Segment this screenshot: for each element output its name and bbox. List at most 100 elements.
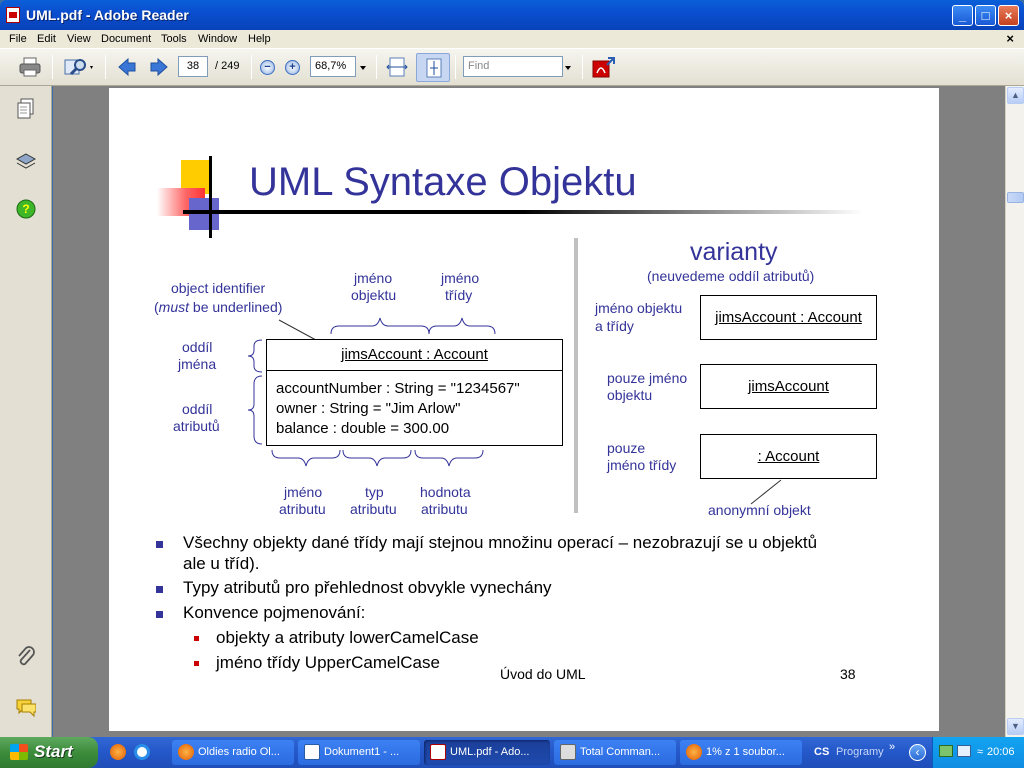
help-icon[interactable]: ? xyxy=(16,198,36,220)
bullet-text-1-cont: ale u tříd). xyxy=(183,554,260,573)
label-object-identifier: object identifier xyxy=(171,280,266,296)
layers-icon[interactable] xyxy=(16,150,36,172)
scroll-thumb[interactable] xyxy=(1007,192,1024,203)
menu-help[interactable]: Help xyxy=(248,33,271,45)
label-typ-atributu-1: typ xyxy=(365,484,384,500)
pdf-icon xyxy=(430,744,446,760)
subbullet-marker xyxy=(194,636,199,641)
task-uml-pdf[interactable]: UML.pdf - Ado... xyxy=(424,740,550,765)
floppy-icon xyxy=(560,744,576,760)
slide-footer: Úvod do UML xyxy=(500,666,586,682)
adobe-online-icon[interactable] xyxy=(590,56,618,78)
attribute-account-number: accountNumber : String = "1234567" xyxy=(276,380,520,397)
programs-toolbar-label[interactable]: Programy xyxy=(836,746,884,758)
label-hodnota-atributu-2: atributu xyxy=(421,501,468,517)
subbullet-text-2: jméno třídy UpperCamelCase xyxy=(216,653,440,672)
anonymous-object-label: anonymní objekt xyxy=(708,502,811,518)
windows-logo-icon xyxy=(10,744,28,760)
maximize-button[interactable]: □ xyxy=(975,5,996,26)
fit-width-icon[interactable] xyxy=(385,56,409,78)
variant1-label-2: a třídy xyxy=(595,318,634,334)
firefox-icon[interactable] xyxy=(110,744,126,760)
adobe-reader-icon xyxy=(6,7,20,23)
variant1-box: jimsAccount : Account xyxy=(700,295,877,340)
print-icon[interactable] xyxy=(18,56,42,78)
page-number-input[interactable]: 38 xyxy=(178,56,208,77)
menu-window[interactable]: Window xyxy=(198,33,237,45)
label-jmeno-objektu-2: objektu xyxy=(351,287,397,303)
internet-explorer-icon[interactable] xyxy=(134,744,150,760)
subbullet-text-1: objekty a atributy lowerCamelCase xyxy=(216,628,479,647)
title-bar[interactable]: UML.pdf - Adobe Reader _ □ × xyxy=(0,0,1024,30)
find-input[interactable]: Find xyxy=(463,56,563,77)
attachments-icon[interactable] xyxy=(16,646,36,668)
vertical-scrollbar[interactable]: ▲ ▼ xyxy=(1005,86,1024,737)
bullet-text-3: Konvence pojmenování: xyxy=(183,603,366,622)
label-jmeno-atributu-1: jméno xyxy=(284,484,323,500)
page-total: / 249 xyxy=(215,60,240,72)
fit-page-icon xyxy=(426,58,442,78)
label-typ-atributu-2: atributu xyxy=(350,501,397,517)
find-dropdown-icon[interactable] xyxy=(563,56,573,78)
firefox-icon xyxy=(178,744,194,760)
task-oldies-radio[interactable]: Oldies radio Ol... xyxy=(172,740,294,765)
task-copy-progress[interactable]: 1% z 1 soubor... xyxy=(680,740,802,765)
variant3-box: : Account xyxy=(700,434,877,479)
tray-expand-icon[interactable]: ‹ xyxy=(909,744,926,761)
label-oddil-jmena-2: jména xyxy=(178,356,217,372)
variant2-box: jimsAccount xyxy=(700,364,877,409)
firefox-icon xyxy=(686,744,702,760)
label-oddil-atributu-2: atributů xyxy=(173,418,220,434)
menu-view[interactable]: View xyxy=(67,33,91,45)
comments-icon[interactable] xyxy=(16,696,36,718)
variants-heading: varianty xyxy=(690,238,778,266)
variant2-text: jimsAccount xyxy=(748,378,829,395)
scroll-up-icon[interactable]: ▲ xyxy=(1007,87,1024,104)
scroll-down-icon[interactable]: ▼ xyxy=(1007,718,1024,735)
slide-title: UML Syntaxe Objektu xyxy=(249,160,637,204)
menu-file[interactable]: File xyxy=(9,33,27,45)
start-button[interactable]: Start xyxy=(0,737,98,768)
monitor-icon[interactable] xyxy=(957,745,971,757)
column-divider xyxy=(574,238,578,513)
task-dokument1[interactable]: Dokument1 - ... xyxy=(298,740,420,765)
search-document-icon[interactable] xyxy=(62,56,96,78)
close-button[interactable]: × xyxy=(998,5,1019,26)
variant1-label-1: jméno objektu xyxy=(595,300,683,316)
menu-document[interactable]: Document xyxy=(101,33,151,45)
zoom-out-icon[interactable]: − xyxy=(260,60,275,75)
next-page-icon[interactable] xyxy=(148,56,170,78)
label-oddil-jmena-1: oddíl xyxy=(182,339,213,355)
network-icon[interactable] xyxy=(939,745,953,757)
chevron-right-icon[interactable]: » xyxy=(889,741,895,753)
fit-page-button[interactable] xyxy=(416,53,450,82)
menu-edit[interactable]: Edit xyxy=(37,33,56,45)
previous-page-icon[interactable] xyxy=(116,56,138,78)
pdf-page: UML Syntaxe Objektu object identifier (m… xyxy=(109,88,939,731)
bullet-marker xyxy=(156,586,163,593)
zoom-in-icon[interactable]: + xyxy=(285,60,300,75)
document-close-icon[interactable]: × xyxy=(1006,31,1014,46)
document-area[interactable]: UML Syntaxe Objektu object identifier (m… xyxy=(53,86,1005,737)
variant3-label-1: pouze xyxy=(607,440,646,456)
attribute-balance: balance : double = 300.00 xyxy=(276,420,450,437)
wifi-icon[interactable]: ≈ xyxy=(977,746,983,758)
menu-tools[interactable]: Tools xyxy=(161,33,187,45)
variant3-label-2: jméno třídy xyxy=(607,457,677,473)
minimize-button[interactable]: _ xyxy=(952,5,973,26)
task-total-commander[interactable]: Total Comman... xyxy=(554,740,676,765)
zoom-level-input[interactable]: 68,7% xyxy=(310,56,356,77)
pages-icon[interactable] xyxy=(16,98,36,120)
title-underline xyxy=(183,210,863,214)
taskbar: Start Oldies radio Ol... Dokument1 - ...… xyxy=(0,737,1024,768)
label-hodnota-atributu-1: hodnota xyxy=(420,484,471,500)
attribute-owner: owner : String = "Jim Arlow" xyxy=(276,400,461,417)
variant3-text: : Account xyxy=(757,448,820,465)
variant2-label-2: objektu xyxy=(607,387,653,403)
variant2-label-1: pouze jméno xyxy=(607,370,688,386)
zoom-dropdown-icon[interactable] xyxy=(358,56,368,78)
clock[interactable]: 20:06 xyxy=(987,746,1015,758)
language-indicator[interactable]: CS xyxy=(814,746,829,758)
label-must-underlined: (must be underlined) xyxy=(154,299,283,315)
svg-text:?: ? xyxy=(22,202,29,216)
